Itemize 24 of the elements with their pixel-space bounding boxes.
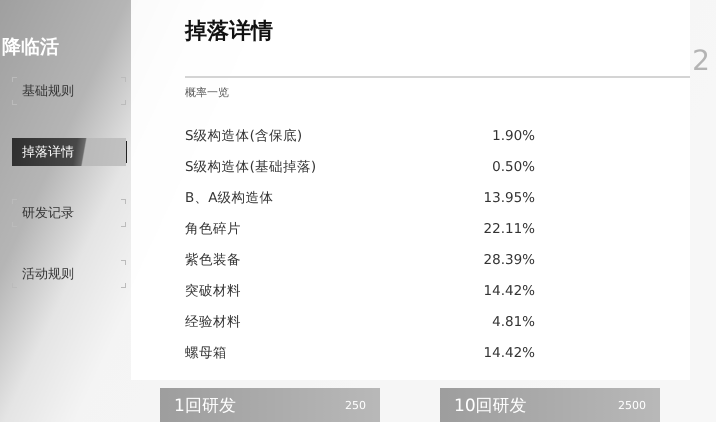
- drop-rate: 28.39%: [484, 251, 535, 270]
- drop-rate: 22.11%: [484, 220, 535, 239]
- item-name: 突破材料: [185, 282, 241, 301]
- drop-rate: 4.81%: [492, 313, 535, 332]
- drop-rate: 13.95%: [484, 189, 535, 208]
- sidebar-tab[interactable]: 活动规则: [12, 260, 126, 288]
- sidebar-tab[interactable]: 基础规则: [12, 77, 126, 105]
- drop-rate: 14.42%: [484, 282, 535, 301]
- section-label: 概率一览: [185, 85, 229, 100]
- drop-rate: 14.42%: [484, 344, 535, 363]
- item-name: 螺母箱: [185, 344, 227, 363]
- item-name: S级构造体(含保底): [185, 127, 302, 146]
- backdrop-number: 2: [692, 44, 710, 77]
- item-name: S级构造体(基础掉落): [185, 158, 316, 177]
- drop-rate: 1.90%: [492, 127, 535, 146]
- item-name: 角色碎片: [185, 220, 241, 239]
- item-name: B、A级构造体: [185, 189, 274, 208]
- drop-rate: 0.50%: [492, 158, 535, 177]
- event-title: 降临活: [1, 35, 59, 60]
- sidebar-tab[interactable]: 掉落详情: [12, 138, 126, 166]
- item-name: 经验材料: [185, 313, 241, 332]
- panel-title: 掉落详情: [185, 18, 273, 46]
- sidebar-tab[interactable]: 研发记录: [12, 199, 126, 227]
- item-name: 紫色装备: [185, 251, 241, 270]
